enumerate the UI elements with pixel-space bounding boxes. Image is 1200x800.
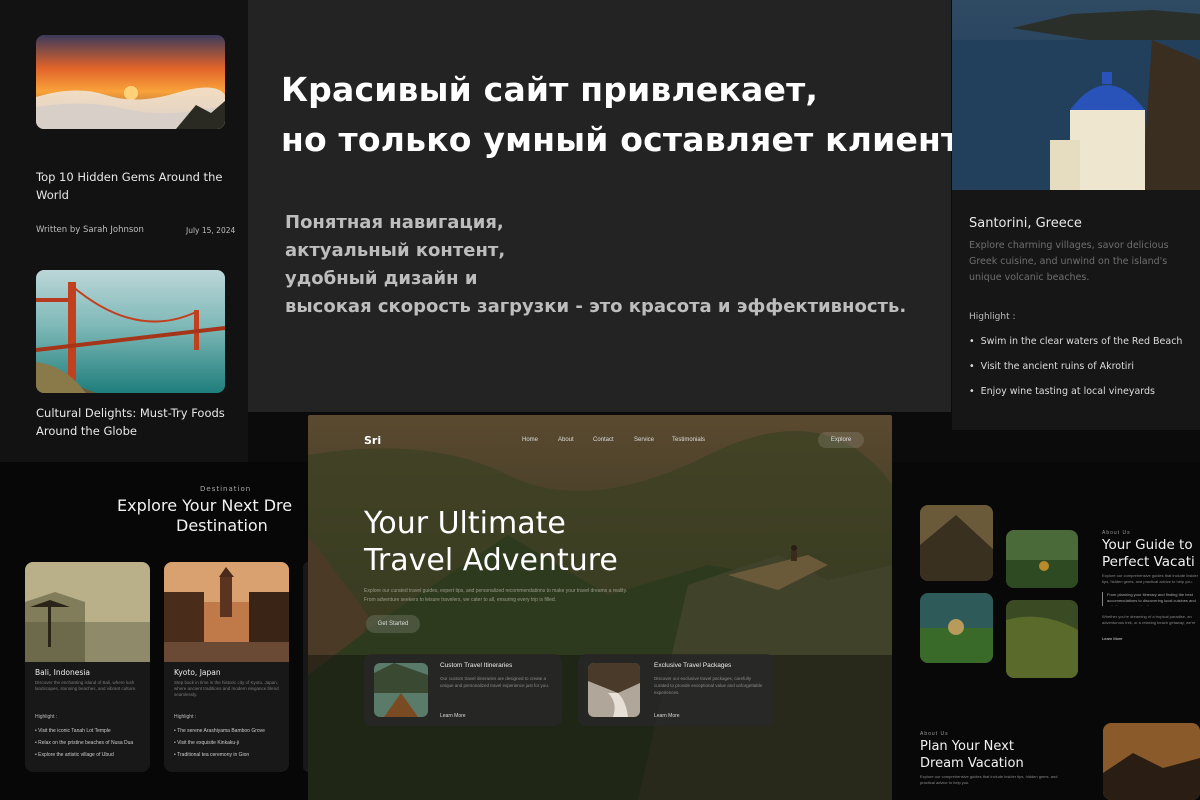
blog-date: July 15, 2024 — [186, 226, 236, 235]
destination-card-kyoto[interactable]: Kyoto, Japan Step back in time in the hi… — [164, 562, 289, 772]
learn-more-link[interactable]: Learn More — [654, 713, 680, 719]
blog-author: Written by Sarah Johnson — [36, 225, 144, 235]
blog-post-title[interactable]: Top 10 Hidden Gems Around the World — [36, 168, 226, 204]
feature-text: Discover our exclusive travel packages, … — [654, 676, 763, 695]
feature-text: Our custom travel itineraries are design… — [440, 676, 550, 688]
section-title: Destination — [176, 516, 268, 535]
highlight-item: • Traditional tea ceremony in Gion — [174, 752, 250, 758]
destination-card-bali[interactable]: Bali, Indonesia Discover the enchanting … — [25, 562, 150, 772]
santorini-image — [952, 0, 1200, 190]
section-title: Plan Your Next — [920, 739, 1014, 754]
highlight-item: • Swim in the clear waters of the Red Be… — [969, 336, 1183, 347]
bali-image — [25, 562, 150, 662]
headline-line2: но только умный оставляет клиентов. — [281, 120, 1018, 159]
highlight-item: • Relax on the pristine beaches of Nusa … — [35, 740, 134, 746]
section-eyebrow: About Us — [920, 731, 949, 737]
card-description: Step back in time in the historic city o… — [174, 680, 279, 697]
nav-contact[interactable]: Contact — [593, 437, 614, 443]
highlight-label: Highlight : — [174, 714, 197, 720]
golden-gate-bridge-image[interactable] — [36, 270, 225, 393]
subtext-line: высокая скорость загрузки - это красота … — [285, 296, 907, 317]
nav-about[interactable]: About — [558, 437, 574, 443]
kyoto-image — [164, 562, 289, 662]
hero-paragraph: Explore our curated travel guides, exper… — [364, 588, 628, 603]
sunset-mountains-image[interactable] — [36, 35, 225, 129]
highlight-label: Highlight : — [969, 312, 1016, 322]
section-text: Explore our comprehensive guides that in… — [920, 774, 1058, 785]
highlight-item: • The serene Arashiyama Bamboo Grove — [174, 728, 265, 734]
hero-title-line1: Your Ultimate — [364, 506, 566, 541]
headline-banner — [248, 0, 951, 412]
section-intro: Explore our comprehensive guides that in… — [1102, 573, 1199, 584]
section-title: Perfect Vacati — [1102, 554, 1195, 570]
nav-home[interactable]: Home — [522, 437, 538, 443]
section-quote: From planning your itinerary and finding… — [1102, 592, 1200, 606]
section-title: Dream Vacation — [920, 756, 1024, 771]
destination-description: Explore charming villages, savor delicio… — [969, 240, 1169, 283]
subtext-line: Понятная навигация, — [285, 212, 504, 233]
hero-section — [308, 415, 892, 800]
learn-more-link[interactable]: Learn More — [1102, 636, 1122, 641]
subtext-line: удобный дизайн и — [285, 268, 478, 289]
section-title: Your Guide to — [1102, 537, 1193, 553]
blog-post-title[interactable]: Cultural Delights: Must-Try Foods Around… — [36, 404, 226, 440]
highlight-item: • Enjoy wine tasting at local vineyards — [969, 386, 1156, 397]
headline-line1: Красивый сайт привлекает, — [281, 70, 819, 109]
section-title: Explore Your Next Dre — [117, 496, 293, 515]
feature-title: Exclusive Travel Packages — [654, 662, 732, 669]
subtext-line: актуальный контент, — [285, 240, 506, 261]
packages-image — [588, 663, 640, 717]
card-description: Discover the enchanting island of Bali, … — [35, 680, 137, 691]
highlight-item: • Visit the exquisite Kinkaku-ji — [174, 740, 240, 746]
highlight-item: • Visit the iconic Tanah Lot Temple — [35, 728, 111, 734]
hat-traveler-thumbnail[interactable] — [920, 593, 993, 663]
sunset-mountain-thumbnail[interactable] — [1103, 723, 1200, 800]
section-eyebrow: About Us — [1102, 530, 1131, 536]
section-eyebrow: Destination — [200, 485, 252, 493]
nav-testimonials[interactable]: Testimonials — [672, 437, 705, 443]
hero-logo[interactable]: Sri — [364, 434, 381, 447]
get-started-button[interactable]: Get Started — [366, 615, 420, 633]
highlight-item: • Visit the ancient ruins of Akrotiri — [969, 361, 1134, 372]
terrace-thumbnail[interactable] — [1006, 600, 1078, 678]
card-title: Kyoto, Japan — [174, 668, 221, 677]
section-text: Whether you're dreaming of a tropical pa… — [1102, 614, 1196, 625]
hero-mountain-background — [308, 415, 892, 800]
highlight-label: Highlight : — [35, 714, 58, 720]
explore-button[interactable]: Explore — [818, 432, 864, 448]
feature-title: Custom Travel Itineraries — [440, 662, 513, 669]
hero-title-line2: Travel Adventure — [364, 543, 618, 578]
highlight-item: • Explore the artistic village of Ubud — [35, 752, 114, 758]
mountain-thumbnail[interactable] — [920, 505, 993, 581]
destination-title: Santorini, Greece — [969, 216, 1082, 231]
card-title: Bali, Indonesia — [35, 668, 90, 677]
boat-image — [374, 663, 428, 717]
learn-more-link[interactable]: Learn More — [440, 713, 466, 719]
hiker-thumbnail[interactable] — [1006, 530, 1078, 588]
nav-service[interactable]: Service — [634, 437, 654, 443]
